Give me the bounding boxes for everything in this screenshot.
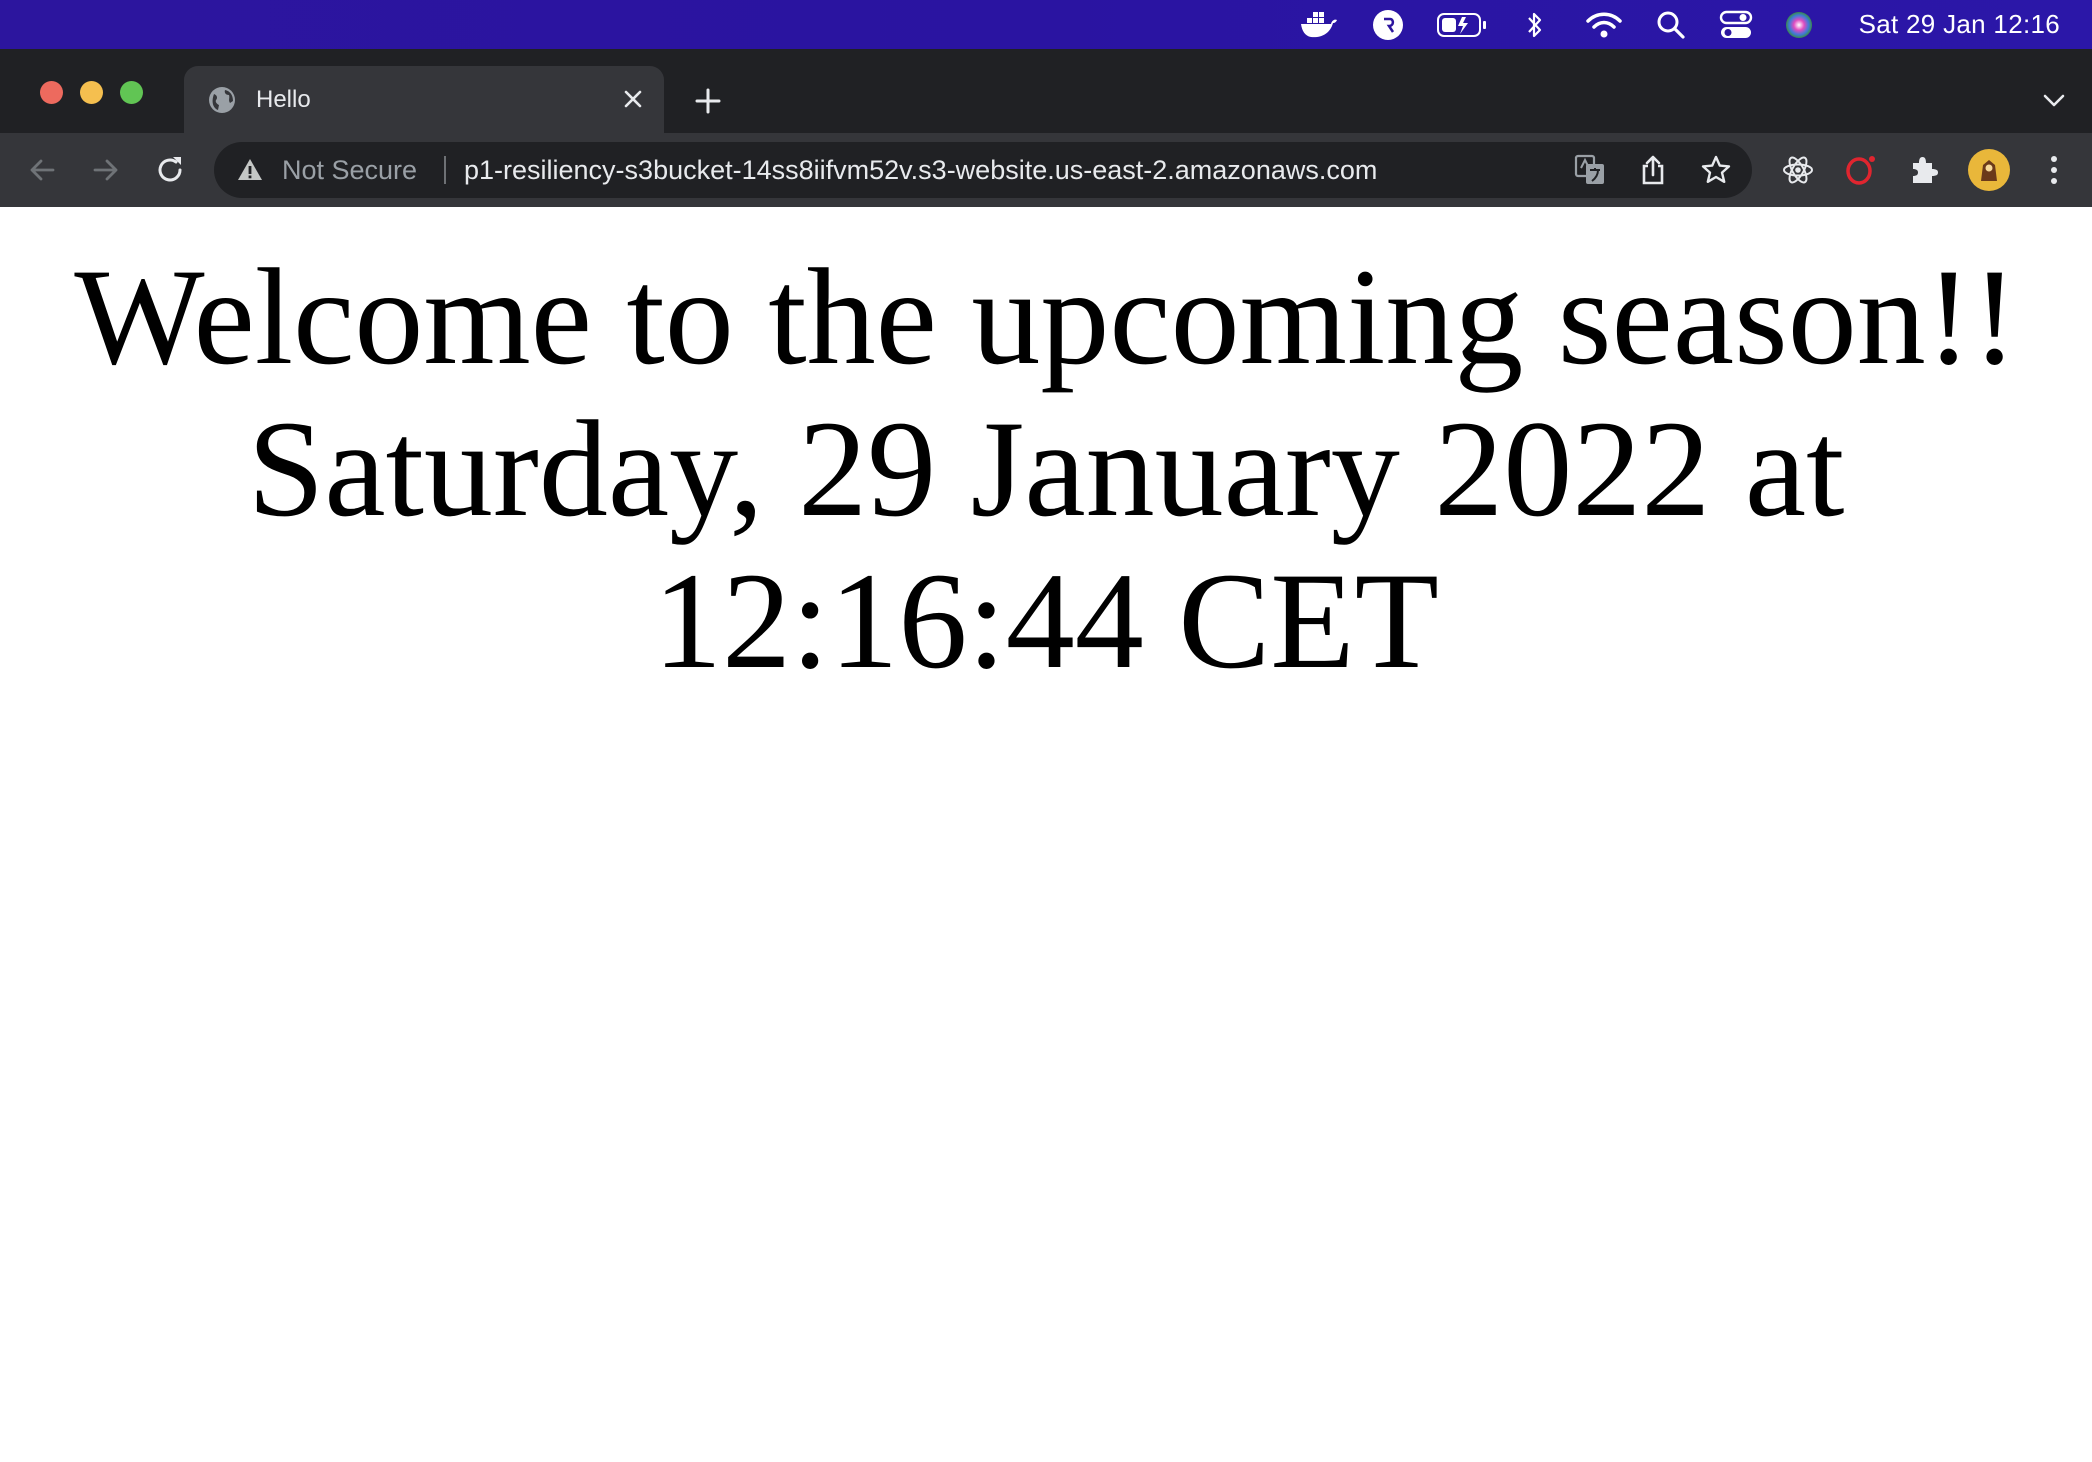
share-icon[interactable]	[1633, 150, 1673, 190]
docker-icon[interactable]	[1298, 0, 1340, 49]
tab-title: Hello	[256, 86, 311, 113]
back-button[interactable]	[18, 146, 66, 194]
url-text[interactable]: p1-resiliency-s3bucket-14ss8iifvm52v.s3-…	[464, 142, 1377, 198]
globe-icon	[208, 86, 236, 119]
tab-hello[interactable]: Hello	[184, 66, 664, 133]
bluetooth-icon[interactable]	[1520, 0, 1550, 49]
more-menu-icon[interactable]	[2030, 146, 2078, 194]
profile-avatar[interactable]	[1965, 146, 2013, 194]
battery-charging-icon[interactable]	[1434, 0, 1490, 49]
menu-bar-clock[interactable]: Sat 29 Jan 12:16	[1859, 0, 2060, 49]
search-icon[interactable]	[1654, 0, 1688, 49]
new-tab-button[interactable]	[690, 83, 726, 119]
translate-icon[interactable]	[1570, 150, 1610, 190]
r-app-icon[interactable]	[1370, 0, 1406, 49]
wifi-icon[interactable]	[1584, 0, 1624, 49]
address-bar[interactable]: Not Secure p1-resiliency-s3bucket-14ss8i…	[214, 142, 1752, 198]
browser-window: Hello Not Secure p1-resiliency-s3bucket-…	[0, 49, 2092, 1462]
opera-icon[interactable]	[1837, 146, 1885, 194]
page-content: Welcome to the upcoming season!! Saturda…	[0, 207, 2092, 1462]
window-maximize-button[interactable]	[120, 81, 143, 104]
tab-search-chevron-icon[interactable]	[2038, 85, 2070, 117]
react-devtools-icon[interactable]	[1774, 146, 1822, 194]
window-close-button[interactable]	[40, 81, 63, 104]
extensions-icon[interactable]	[1900, 146, 1948, 194]
bookmark-star-icon[interactable]	[1696, 150, 1736, 190]
siri-icon[interactable]	[1782, 0, 1816, 49]
address-separator	[444, 156, 446, 184]
forward-button[interactable]	[82, 146, 130, 194]
reload-button[interactable]	[146, 146, 194, 194]
control-center-icon[interactable]	[1718, 0, 1754, 49]
macos-menu-bar: Sat 29 Jan 12:16	[0, 0, 2092, 49]
datetime-heading: Saturday, 29 January 2022 at 12:16:44 CE…	[247, 392, 1845, 697]
window-minimize-button[interactable]	[80, 81, 103, 104]
tab-strip: Hello	[0, 49, 2092, 133]
warning-triangle-icon[interactable]	[236, 156, 264, 189]
browser-toolbar: Not Secure p1-resiliency-s3bucket-14ss8i…	[0, 133, 2092, 208]
not-secure-label[interactable]: Not Secure	[282, 142, 417, 198]
welcome-heading: Welcome to the upcoming season!!	[74, 240, 2018, 393]
tab-close-icon[interactable]	[618, 84, 648, 114]
